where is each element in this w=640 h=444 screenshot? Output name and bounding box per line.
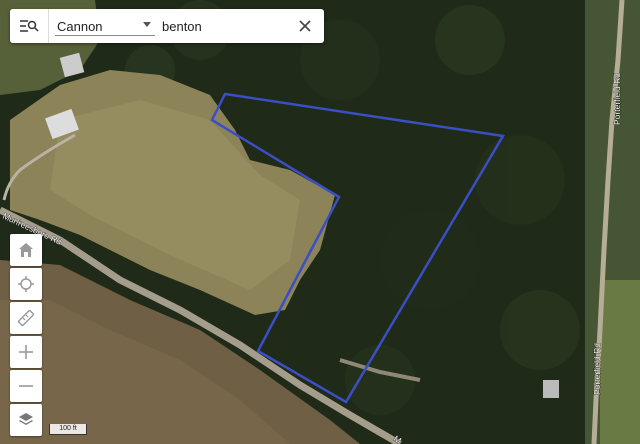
zoom-out-button[interactable] (10, 370, 42, 402)
zoom-in-button[interactable] (10, 336, 42, 368)
chevron-down-icon (143, 22, 151, 27)
scale-bar: 100 ft (49, 424, 87, 435)
right-field-light (600, 280, 640, 444)
layers-button[interactable] (10, 404, 42, 436)
home-button[interactable] (10, 234, 42, 266)
road-label-porterfield-south: Porterfield Rd (592, 343, 602, 395)
plus-icon (19, 345, 33, 359)
search-input[interactable]: benton (162, 19, 202, 34)
measure-button[interactable] (10, 302, 42, 334)
home-icon (19, 243, 33, 257)
county-underline (55, 35, 155, 36)
layers-icon (19, 413, 33, 425)
county-value: Cannon (57, 19, 103, 34)
minus-icon (19, 385, 33, 387)
menu-button[interactable] (10, 9, 47, 43)
ruler-icon (17, 309, 35, 327)
satellite-map[interactable]: Porterfield Rd Porterfield Rd Murfreesbo… (0, 0, 640, 444)
road-label-porterfield-north: Porterfield Rd (612, 73, 622, 125)
locate-button[interactable] (10, 268, 42, 300)
house-roof (543, 380, 559, 398)
menu-search-icon (19, 20, 39, 32)
menu-divider (48, 9, 49, 43)
close-icon[interactable] (296, 17, 314, 35)
crosshair-icon (18, 276, 34, 292)
county-select[interactable]: Cannon (55, 9, 155, 43)
